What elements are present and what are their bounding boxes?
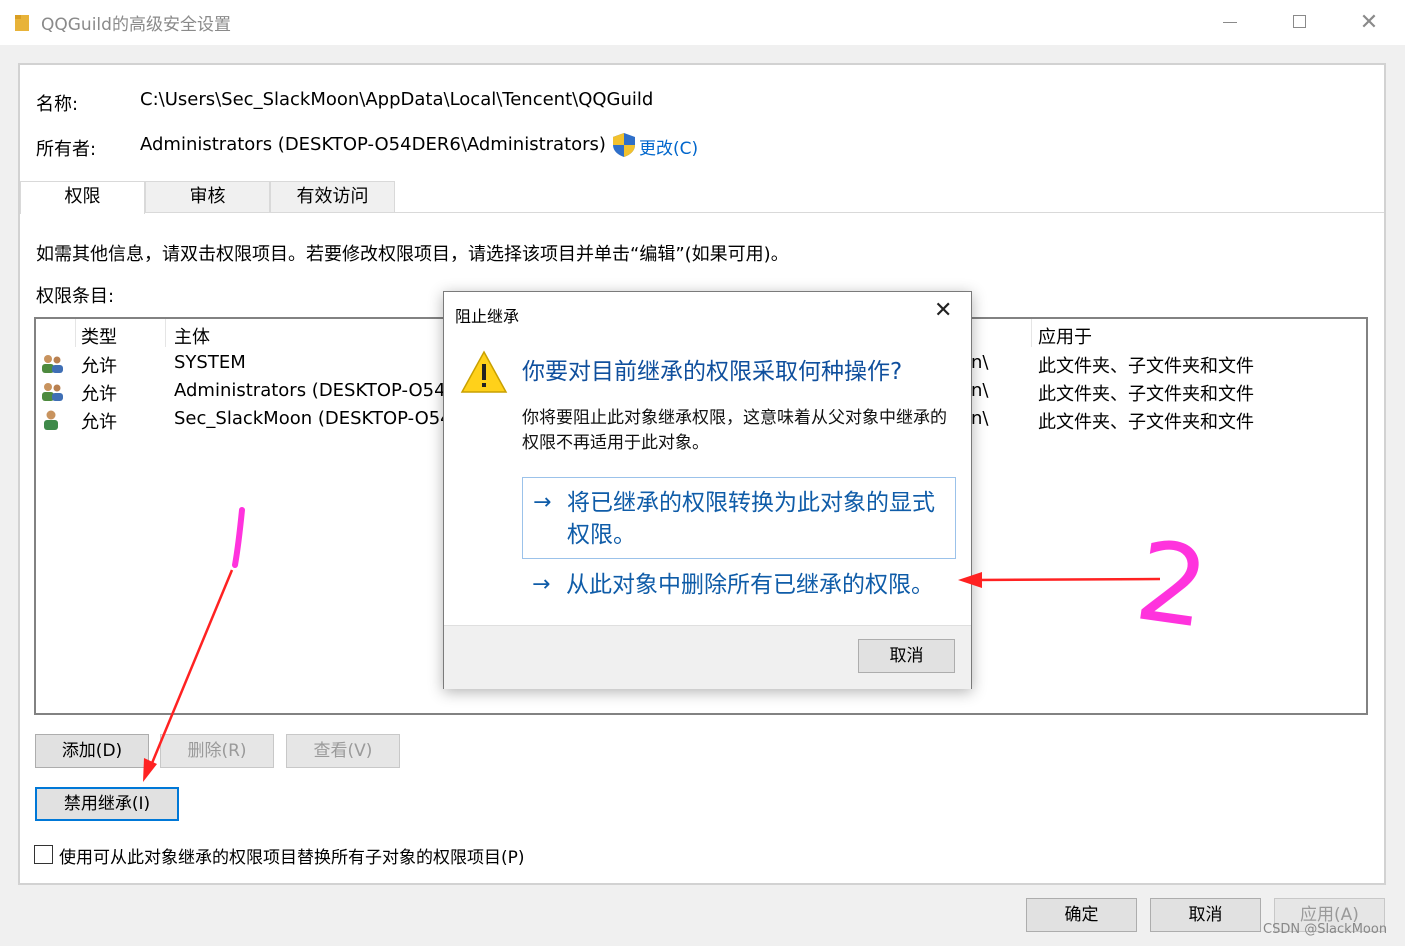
warning-icon [460,350,508,393]
row-applies-to: 此文件夹、子文件夹和文件 [1038,356,1254,377]
arrow-right-icon: → [532,572,551,597]
view-button[interactable]: 查看(V) [286,734,400,768]
column-header-applies-to[interactable]: 应用于 [1038,323,1092,349]
convert-inherited-label: 将已继承的权限转换为此对象的显式权限。 [567,490,935,548]
maximize-button[interactable] [1264,0,1334,45]
ok-button[interactable]: 确定 [1026,898,1137,932]
owner-value: Administrators (DESKTOP-O54DER6\Administ… [140,134,606,155]
row-type: 允许 [81,412,117,433]
disable-inheritance-button[interactable]: 禁用继承(I) [35,787,179,821]
tab-auditing[interactable]: 审核 [145,181,270,212]
tab-permissions[interactable]: 权限 [20,181,145,214]
column-header-principal[interactable]: 主体 [174,323,210,349]
dialog-cancel-button[interactable]: 取消 [858,639,955,673]
change-owner-link[interactable]: 更改(C) [639,134,698,159]
row-applies-to: 此文件夹、子文件夹和文件 [1038,384,1254,405]
row-type: 允许 [81,384,117,405]
title-bar: QQGuild的高级安全设置 ✕ [0,0,1405,45]
row-applies-to: 此文件夹、子文件夹和文件 [1038,412,1254,433]
name-label: 名称: [36,94,79,115]
arrow-right-icon: → [533,490,552,515]
name-value: C:\Users\Sec_SlackMoon\AppData\Local\Ten… [140,89,654,110]
row-principal: Administrators (DESKTOP-O54I [174,380,451,401]
minimize-button[interactable] [1195,0,1265,45]
row-principal: SYSTEM [174,352,246,373]
tab-effective-access[interactable]: 有效访问 [270,181,395,212]
instructions-text: 如需其他信息，请双击权限项目。若要修改权限项目，请选择该项目并单击“编辑”(如果… [36,244,789,265]
remove-inherited-option[interactable]: → 从此对象中删除所有已继承的权限。 [522,567,956,607]
dialog-close-icon[interactable]: ✕ [934,298,952,323]
folder-icon [15,15,29,31]
convert-inherited-option[interactable]: → 将已继承的权限转换为此对象的显式权限。 [522,477,956,559]
cancel-button[interactable]: 取消 [1150,898,1261,932]
column-header-type[interactable]: 类型 [81,323,117,349]
group-users-icon [42,383,63,401]
dialog-title: 阻止继承 [455,307,520,326]
user-icon [44,410,58,430]
row-access: n\ [971,408,989,429]
replace-child-permissions-label: 使用可从此对象继承的权限项目替换所有子对象的权限项目(P) [59,848,525,868]
row-access: n\ [971,380,989,401]
row-type: 允许 [81,356,117,377]
tab-strip-line [20,212,1384,213]
dialog-body-text: 你将要阻止此对象继承权限，这意味着从父对象中继承的权限不再适用于此对象。 [522,408,947,453]
entries-label: 权限条目: [36,286,115,307]
remove-button[interactable]: 删除(R) [160,734,274,768]
uac-shield-icon [613,133,635,157]
watermark-text: CSDN @SlackMoon [1263,922,1388,937]
group-users-icon [42,355,63,373]
remove-inherited-label: 从此对象中删除所有已继承的权限。 [566,572,934,598]
window-title: QQGuild的高级安全设置 [41,15,231,35]
block-inheritance-dialog: 阻止继承 ✕ 你要对目前继承的权限采取何种操作? 你将要阻止此对象继承权限，这意… [443,291,972,689]
row-principal: Sec_SlackMoon (DESKTOP-O54 [174,408,452,429]
row-access: n\ [971,352,989,373]
close-button[interactable]: ✕ [1334,0,1404,45]
replace-child-permissions-checkbox[interactable] [34,845,53,864]
dialog-heading: 你要对目前继承的权限采取何种操作? [522,359,903,385]
owner-label: 所有者: [36,139,97,160]
add-button[interactable]: 添加(D) [35,734,149,768]
